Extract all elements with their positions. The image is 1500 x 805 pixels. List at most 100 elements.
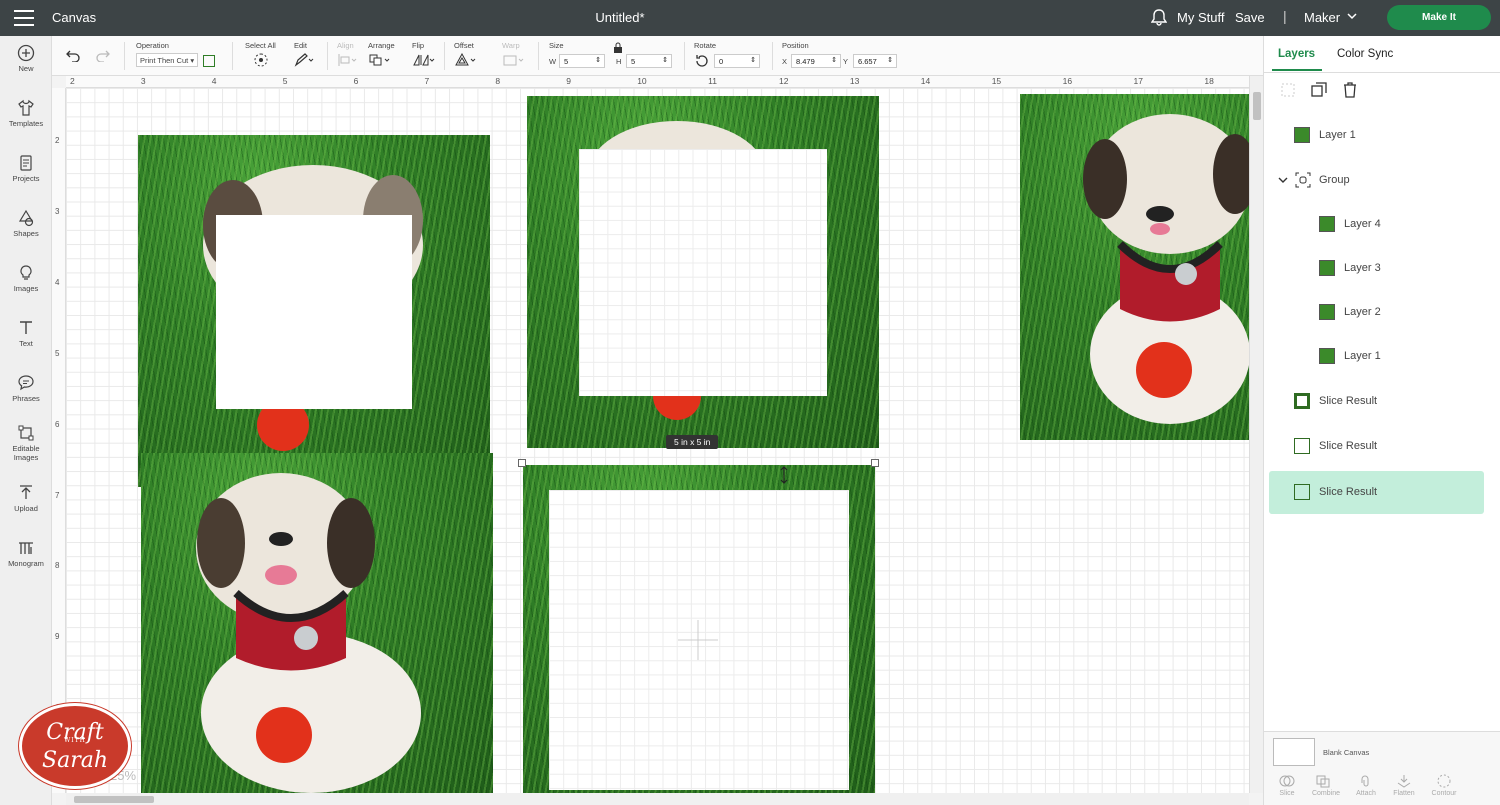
layer-item[interactable]: Layer 1 xyxy=(1269,335,1484,378)
craft-with-sarah-logo: Craft WITH Sarah xyxy=(19,703,131,789)
combine-button[interactable]: Combine xyxy=(1308,774,1344,797)
sidebar-item-templates[interactable]: Templates xyxy=(0,99,52,128)
divider: | xyxy=(1283,8,1287,24)
panel-footer: Blank Canvas Slice Combine Attach Flatte… xyxy=(1264,731,1500,805)
layer-name: Slice Result xyxy=(1319,440,1378,452)
select-all-button[interactable]: Select All xyxy=(245,41,276,69)
chevron-down-icon[interactable] xyxy=(1278,176,1288,184)
editable-image-icon xyxy=(18,425,34,441)
sidebar-item-label: Phrases xyxy=(12,394,40,403)
operation-select[interactable]: Print Then Cut ▾ xyxy=(136,53,199,67)
ruler-tick-label: 14 xyxy=(920,76,931,86)
duplicate-icon[interactable] xyxy=(1311,82,1327,98)
resize-handle[interactable] xyxy=(871,459,879,467)
document-title[interactable]: Untitled* xyxy=(0,10,1240,25)
blank-canvas-swatch[interactable] xyxy=(1273,738,1315,766)
width-input[interactable]: 5 ⇕ xyxy=(559,54,605,68)
layer-group-item[interactable]: Group xyxy=(1269,159,1484,202)
sidebar-item-label: Editable Images xyxy=(12,444,40,462)
photo-layer[interactable] xyxy=(141,453,493,793)
machine-select[interactable]: Maker xyxy=(1304,10,1340,25)
sidebar-item-editable-images[interactable]: Editable Images xyxy=(0,424,52,462)
layer-item-selected[interactable]: Slice Result xyxy=(1269,471,1484,514)
lock-icon[interactable] xyxy=(613,42,623,54)
sidebar-item-new[interactable]: New xyxy=(0,44,52,73)
layer-item[interactable]: Layer 4 xyxy=(1269,203,1484,246)
sidebar-item-text[interactable]: Text xyxy=(0,319,52,348)
redo-icon[interactable] xyxy=(96,50,110,62)
layer-item[interactable]: Layer 1 xyxy=(1269,114,1484,157)
scrollbar-thumb[interactable] xyxy=(1253,92,1261,120)
plus-circle-icon xyxy=(17,44,35,62)
rotate-input[interactable]: 0 ⇕ xyxy=(714,54,760,68)
ruler-tick-label: 15 xyxy=(991,76,1002,86)
ruler-tick-label: 5 xyxy=(282,76,288,86)
make-it-button[interactable]: Make It xyxy=(1387,5,1491,30)
rotate-label: Rotate xyxy=(694,41,717,50)
chevron-down-icon[interactable] xyxy=(1347,11,1357,21)
warp-icon xyxy=(503,55,524,66)
edit-button[interactable]: Edit xyxy=(294,41,314,69)
attach-button[interactable]: Attach xyxy=(1348,774,1384,797)
sidebar-item-label: Monogram xyxy=(8,559,44,568)
design-canvas[interactable]: 5 in x 5 in xyxy=(66,88,1249,793)
sidebar-item-phrases[interactable]: Phrases xyxy=(0,374,52,403)
sidebar-item-monogram[interactable]: Monogram xyxy=(0,539,52,568)
sidebar-item-shapes[interactable]: Shapes xyxy=(0,209,52,238)
resize-arrow-icon[interactable] xyxy=(780,466,788,484)
layer-name: Slice Result xyxy=(1319,486,1378,498)
scrollbar-thumb[interactable] xyxy=(74,796,154,803)
offset-button[interactable]: Offset xyxy=(454,41,478,69)
layer-item[interactable]: Slice Result xyxy=(1269,425,1484,468)
sidebar-item-projects[interactable]: Projects xyxy=(0,154,52,183)
material-color-swatch[interactable] xyxy=(203,55,216,68)
vertical-scrollbar[interactable] xyxy=(1249,76,1263,793)
ruler-tick-label: 2 xyxy=(70,76,75,86)
ruler-tick-label: 4 xyxy=(211,76,217,86)
tab-layers[interactable]: Layers xyxy=(1278,48,1315,60)
align-icon xyxy=(338,54,357,66)
group-icon[interactable] xyxy=(1280,82,1296,98)
my-stuff-link[interactable]: My Stuff xyxy=(1177,10,1224,25)
flip-button[interactable]: Flip xyxy=(412,41,436,69)
ruler-tick-label: 6 xyxy=(55,419,60,429)
position-label: Position xyxy=(782,41,809,50)
height-input[interactable]: 5 ⇕ xyxy=(626,54,672,68)
width-label: W xyxy=(549,57,557,66)
trash-icon[interactable] xyxy=(1342,82,1358,98)
arrange-button[interactable]: Arrange xyxy=(368,41,395,69)
tool-label: Attach xyxy=(1356,790,1376,797)
photo-layer[interactable] xyxy=(527,96,879,448)
align-button[interactable]: Align xyxy=(337,41,359,69)
contour-button[interactable]: Contour xyxy=(1426,774,1462,797)
sidebar-item-label: Images xyxy=(13,284,39,293)
edit-toolbar: Operation Print Then Cut ▾ Select All Ed… xyxy=(52,36,1263,76)
selected-slice-result[interactable] xyxy=(523,465,875,793)
slice-button[interactable]: Slice xyxy=(1269,774,1305,797)
layer-item[interactable]: Layer 2 xyxy=(1269,291,1484,334)
layer-item[interactable]: Slice Result xyxy=(1269,380,1484,423)
y-position-input[interactable]: 6.657 ⇕ xyxy=(853,54,897,68)
sidebar-item-label: New xyxy=(18,64,34,73)
sidebar-item-images[interactable]: Images xyxy=(0,264,52,293)
paperclip-icon xyxy=(1361,775,1369,787)
tab-color-sync[interactable]: Color Sync xyxy=(1337,48,1393,60)
position-group: Position xyxy=(782,41,809,53)
resize-handle[interactable] xyxy=(518,459,526,467)
photo-layer[interactable] xyxy=(1020,94,1249,440)
undo-icon[interactable] xyxy=(66,50,80,62)
layer-name: Layer 2 xyxy=(1344,306,1381,318)
x-position-input[interactable]: 8.479 ⇕ xyxy=(791,54,841,68)
width-value: 5 xyxy=(564,57,569,66)
flatten-button[interactable]: Flatten xyxy=(1386,774,1422,797)
sidebar-item-upload[interactable]: Upload xyxy=(0,484,52,513)
tool-label: Slice xyxy=(1279,790,1295,797)
arrange-icon xyxy=(369,54,390,66)
horizontal-scrollbar[interactable] xyxy=(66,793,1249,805)
bell-icon[interactable] xyxy=(1151,9,1167,26)
warp-button[interactable]: Warp xyxy=(502,41,526,69)
save-button[interactable]: Save xyxy=(1235,10,1265,25)
layer-item[interactable]: Layer 3 xyxy=(1269,247,1484,290)
photo-layer[interactable] xyxy=(138,135,490,487)
y-label: Y xyxy=(843,57,849,66)
